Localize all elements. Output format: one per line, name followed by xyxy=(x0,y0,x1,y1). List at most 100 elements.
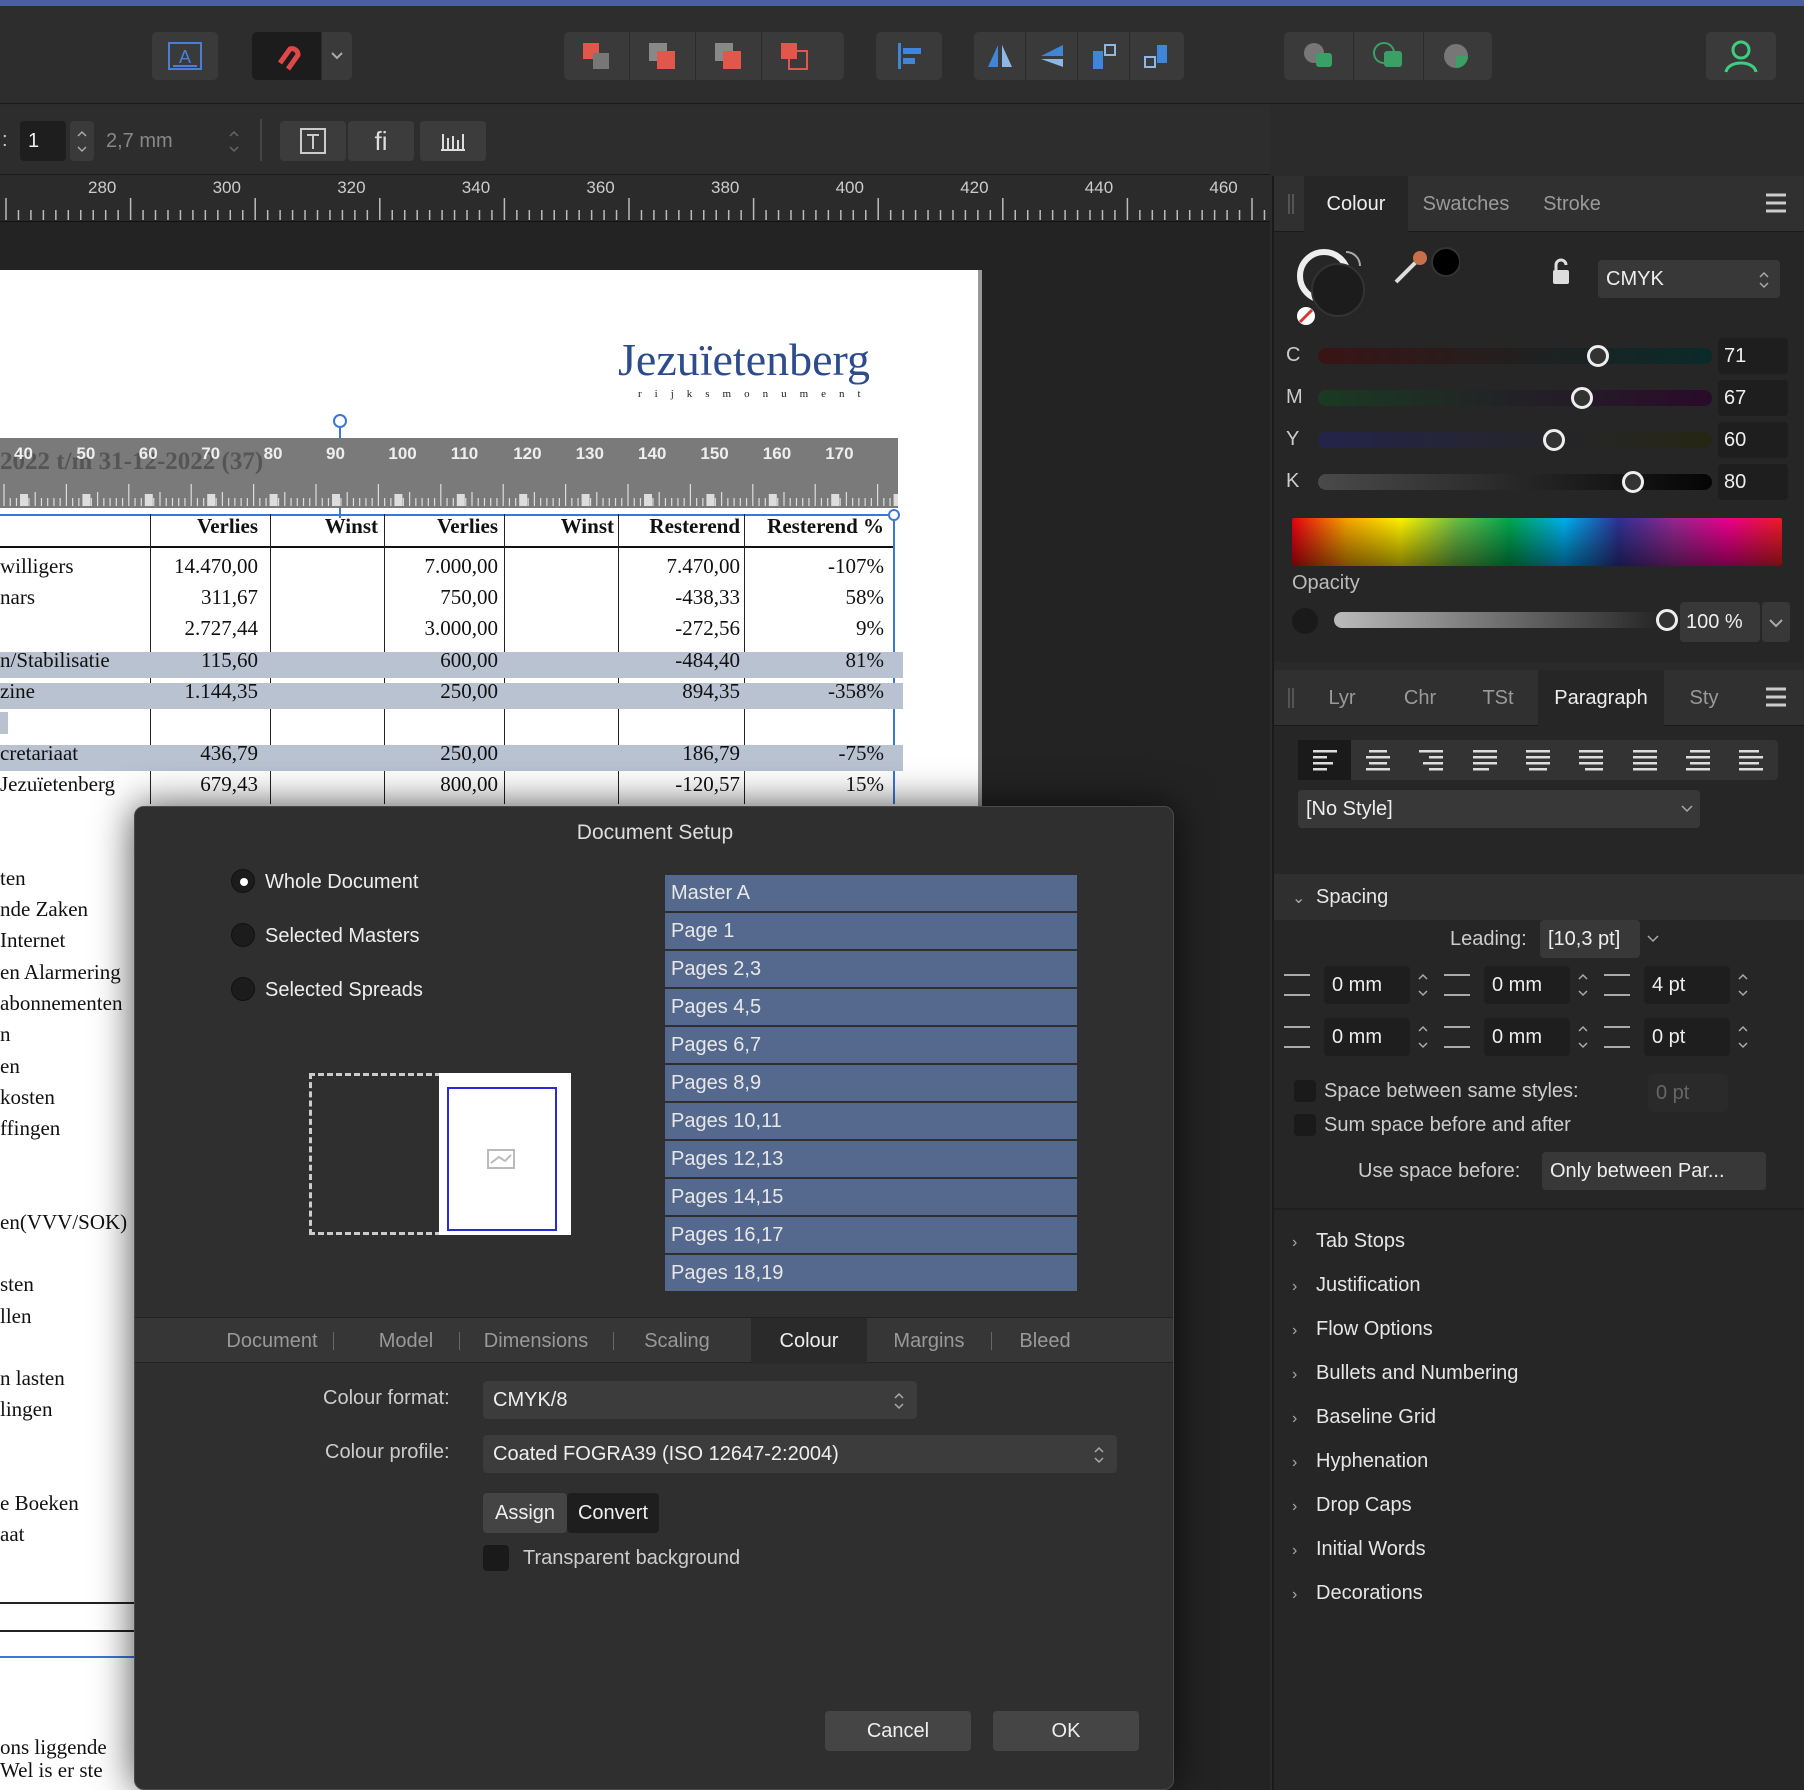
align-center-button[interactable] xyxy=(1351,740,1404,780)
rotate-handle[interactable] xyxy=(333,414,347,428)
section-justification[interactable]: › Justification xyxy=(1292,1274,1792,1297)
studio-user-button[interactable] xyxy=(1706,32,1776,80)
section-drop-caps[interactable]: › Drop Caps xyxy=(1292,1494,1792,1517)
same-styles-field[interactable]: 0 pt xyxy=(1648,1074,1728,1112)
panel-grip[interactable] xyxy=(1288,194,1294,214)
transparent-background-checkbox[interactable] xyxy=(483,1545,509,1571)
indent-last-field[interactable]: 0 mm xyxy=(1484,1018,1570,1056)
space-before-stepper[interactable] xyxy=(1734,966,1752,1004)
panel-menu-icon[interactable] xyxy=(1764,686,1788,708)
spread-item[interactable]: Pages 4,5 xyxy=(665,989,1077,1025)
spread-item[interactable]: Pages 6,7 xyxy=(665,1027,1077,1063)
tab-paragraph[interactable]: Paragraph xyxy=(1538,670,1664,726)
text-frame-options-button[interactable] xyxy=(280,121,346,161)
justify-left-button[interactable] xyxy=(1458,740,1511,780)
align-button[interactable] xyxy=(876,32,942,80)
indent-left-field[interactable]: 0 mm xyxy=(1324,966,1410,1004)
tab-colour[interactable]: Colour xyxy=(1304,176,1408,232)
align-right-button[interactable] xyxy=(1405,740,1458,780)
tab-stroke[interactable]: Stroke xyxy=(1524,176,1620,232)
space-before-field[interactable]: 4 pt xyxy=(1644,966,1730,1004)
space-after-field[interactable]: 0 pt xyxy=(1644,1018,1730,1056)
spread-item[interactable]: Pages 2,3 xyxy=(665,951,1077,987)
channel-value[interactable]: 80 xyxy=(1718,464,1788,500)
columns-field[interactable]: 1 xyxy=(20,121,66,161)
baseline-grid-button[interactable] xyxy=(420,121,486,161)
dialog-tab-scaling[interactable]: Scaling xyxy=(613,1318,741,1364)
channel-slider[interactable] xyxy=(1318,348,1712,364)
leading-field[interactable]: [10,3 pt] xyxy=(1540,920,1640,958)
table-row[interactable] xyxy=(0,706,900,737)
channel-knob[interactable] xyxy=(1586,345,1609,367)
align-left-button[interactable] xyxy=(1298,740,1352,780)
assign-button[interactable]: Assign xyxy=(483,1493,567,1533)
channel-slider[interactable] xyxy=(1318,432,1712,448)
boolean-add-icon[interactable] xyxy=(1284,32,1354,80)
table-ruler[interactable]: 2022 t/m 31-12-2022 (37) 40 50 60 70 80 90 100… xyxy=(0,438,898,508)
opacity-value[interactable]: 100 % xyxy=(1680,602,1760,642)
space-after-stepper[interactable] xyxy=(1734,1018,1752,1056)
ok-button[interactable]: OK xyxy=(993,1711,1139,1751)
channel-slider[interactable] xyxy=(1318,474,1712,490)
tab-character[interactable]: Chr xyxy=(1382,670,1458,726)
lock-icon[interactable] xyxy=(1551,258,1571,286)
arrange-forward-icon[interactable] xyxy=(696,32,762,80)
boolean-subtract-icon[interactable] xyxy=(1424,32,1492,80)
chevron-down-icon[interactable] xyxy=(1642,920,1664,958)
justify-center-button[interactable] xyxy=(1511,740,1564,780)
indent-last-stepper[interactable] xyxy=(1574,1018,1592,1056)
section-decorations[interactable]: › Decorations xyxy=(1292,1582,1792,1605)
arrange-front-icon[interactable] xyxy=(762,32,828,80)
section-tab-stops[interactable]: › Tab Stops xyxy=(1292,1230,1792,1253)
cancel-button[interactable]: Cancel xyxy=(825,1711,971,1751)
section-bullets-and-numbering[interactable]: › Bullets and Numbering xyxy=(1292,1362,1792,1385)
indent-right-field[interactable]: 0 mm xyxy=(1324,1018,1410,1056)
fill-stroke-swatch[interactable] xyxy=(1294,246,1374,336)
channel-value[interactable]: 67 xyxy=(1718,380,1788,416)
arrange-backward-icon[interactable] xyxy=(630,32,696,80)
opacity-slider[interactable] xyxy=(1334,612,1668,628)
chevron-down-icon[interactable] xyxy=(322,32,352,80)
section-flow-options[interactable]: › Flow Options xyxy=(1292,1318,1792,1341)
columns-stepper[interactable] xyxy=(70,121,94,161)
use-space-select[interactable]: Only between Par... xyxy=(1542,1152,1766,1190)
spread-item[interactable]: Pages 10,11 xyxy=(665,1103,1077,1139)
colour-model-select[interactable]: CMYK xyxy=(1598,260,1780,298)
sum-space-checkbox[interactable] xyxy=(1294,1114,1316,1136)
rotate-left-icon[interactable] xyxy=(1078,32,1130,80)
panel-grip[interactable] xyxy=(1288,688,1294,708)
justify-all-button[interactable] xyxy=(1618,740,1671,780)
radio-selected-spreads[interactable] xyxy=(231,977,255,1001)
spread-item[interactable]: Pages 12,13 xyxy=(665,1141,1077,1177)
indent-first-stepper[interactable] xyxy=(1574,966,1592,1004)
horizontal-ruler[interactable]: 280 300 320 340 360 380 400 420 440 460 xyxy=(0,176,1270,222)
dialog-tab-colour[interactable]: Colour xyxy=(751,1318,867,1364)
tab-styles[interactable]: Sty xyxy=(1666,670,1742,726)
dialog-tab-model[interactable]: Model xyxy=(353,1318,459,1364)
spread-item[interactable]: Page 1 xyxy=(665,913,1077,949)
text-frame-button[interactable]: A xyxy=(152,32,218,80)
spread-item[interactable]: Pages 8,9 xyxy=(665,1065,1077,1101)
spread-item[interactable]: Master A xyxy=(665,875,1077,911)
radio-whole-document[interactable] xyxy=(231,869,255,893)
tab-swatches[interactable]: Swatches xyxy=(1408,176,1524,232)
ligatures-button[interactable]: fi xyxy=(348,121,414,161)
spread-item[interactable]: Pages 18,19 xyxy=(665,1255,1077,1291)
section-baseline-grid[interactable]: › Baseline Grid xyxy=(1292,1406,1792,1429)
convert-button[interactable]: Convert xyxy=(567,1493,659,1533)
rotate-right-icon[interactable] xyxy=(1130,32,1182,80)
flip-vertical-icon[interactable] xyxy=(1026,32,1078,80)
indent-left-stepper[interactable] xyxy=(1414,966,1432,1004)
resize-handle[interactable] xyxy=(888,509,900,521)
panel-menu-icon[interactable] xyxy=(1764,192,1788,214)
colour-profile-select[interactable]: Coated FOGRA39 (ISO 12647-2:2004) xyxy=(483,1435,1117,1473)
gutter-stepper[interactable] xyxy=(222,121,246,161)
eyedropper-icon[interactable] xyxy=(1390,246,1460,286)
colour-spectrum[interactable] xyxy=(1292,518,1782,566)
same-styles-checkbox[interactable] xyxy=(1294,1080,1316,1102)
channel-slider[interactable] xyxy=(1318,390,1712,406)
channel-knob[interactable] xyxy=(1570,387,1593,409)
align-away-spine-button[interactable] xyxy=(1725,740,1778,780)
colour-format-select[interactable]: CMYK/8 xyxy=(483,1381,917,1419)
spread-item[interactable]: Pages 16,17 xyxy=(665,1217,1077,1253)
